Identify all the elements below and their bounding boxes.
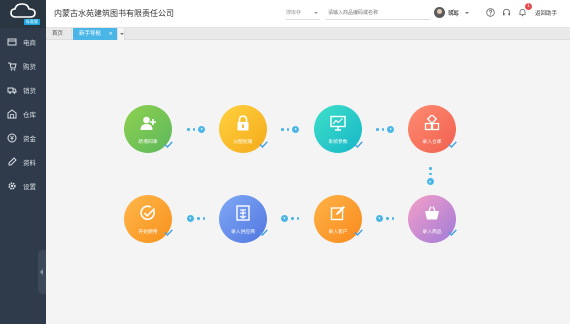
notification-badge: 1 — [525, 3, 532, 10]
sidebar: 标准版 电商 购货 销货 仓库 资金 资料 设置 — [0, 0, 46, 324]
flow-connector — [376, 215, 394, 222]
check-icon — [448, 141, 457, 149]
tab-bar: 首页 新手导航 × — [46, 28, 570, 40]
product-search-input[interactable] — [326, 7, 430, 20]
sidebar-item-label: 资金 — [23, 135, 36, 143]
check-icon — [448, 229, 457, 237]
store-icon — [7, 37, 17, 47]
sidebar-item-data[interactable]: 资料 — [0, 150, 46, 174]
sidebar-item-label: 设置 — [23, 183, 36, 191]
close-icon[interactable]: × — [108, 28, 113, 40]
tab-label: 新手导航 — [79, 31, 102, 37]
search-group: 搜库存 — [286, 7, 458, 20]
flow-connector — [187, 215, 205, 222]
flow-connector — [187, 126, 205, 133]
tab-dropdown-button[interactable] — [117, 28, 125, 40]
edit-icon — [330, 206, 345, 221]
tab-beginner-guide[interactable]: 新手导航 × — [73, 28, 117, 40]
back-to-assistant-link[interactable]: 返回助手 — [535, 9, 557, 17]
supplier-icon — [236, 205, 250, 221]
sidebar-item-settings[interactable]: 设置 — [0, 174, 46, 198]
check-icon — [259, 141, 268, 149]
sidebar-item-warehouse[interactable]: 仓库 — [0, 102, 46, 126]
chevron-down-icon[interactable] — [465, 12, 469, 14]
flow-connector — [376, 126, 394, 133]
gear-icon — [7, 181, 17, 191]
flow-connector — [427, 167, 434, 185]
boxes-icon — [424, 115, 440, 131]
monitor-chart-icon — [330, 115, 346, 131]
company-name: 内蒙古水苑建筑图书有限责任公司 — [54, 9, 174, 18]
check-icon — [164, 141, 173, 149]
user-name[interactable]: 朝辉 — [448, 9, 459, 17]
warehouse-icon — [7, 109, 17, 119]
cloud-logo-icon — [10, 3, 36, 18]
sidebar-item-sales[interactable]: 销货 — [0, 78, 46, 102]
check-icon — [354, 229, 363, 237]
edition-badge: 标准版 — [24, 19, 40, 25]
sidebar-item-label: 仓库 — [23, 111, 36, 119]
pen-icon — [7, 157, 17, 167]
cart-icon — [7, 61, 17, 71]
sidebar-item-label: 电商 — [23, 39, 36, 47]
headset-icon[interactable] — [502, 8, 511, 17]
flow-connector — [281, 215, 299, 222]
sidebar-item-label: 销货 — [23, 87, 36, 95]
flow-connector — [281, 126, 299, 133]
sidebar-item-ecommerce[interactable]: 电商 — [0, 30, 46, 54]
sidebar-collapse-handle[interactable] — [38, 250, 46, 294]
check-icon — [354, 141, 363, 149]
sidebar-item-label: 购货 — [23, 63, 36, 71]
add-user-icon — [140, 116, 156, 130]
sidebar-nav: 电商 购货 销货 仓库 资金 资料 设置 — [0, 30, 46, 198]
sidebar-item-label: 资料 — [23, 159, 36, 167]
help-icon[interactable] — [486, 8, 495, 17]
top-header: 内蒙古水苑建筑图书有限责任公司 搜库存 朝辉 1 返回助手 — [46, 0, 570, 28]
sidebar-item-funds[interactable]: 资金 — [0, 126, 46, 150]
avatar[interactable] — [434, 7, 445, 18]
money-icon — [7, 133, 17, 143]
lock-icon — [237, 115, 249, 131]
app-logo[interactable]: 标准版 — [0, 0, 46, 28]
stock-select-label: 搜库存 — [286, 10, 302, 16]
stock-search-select[interactable]: 搜库存 — [286, 8, 320, 20]
chevron-down-icon — [314, 12, 318, 14]
check-icon — [164, 229, 173, 237]
basket-icon — [425, 206, 439, 220]
check-circle-icon — [140, 205, 156, 221]
tab-home[interactable]: 首页 — [46, 28, 72, 40]
sidebar-item-purchase[interactable]: 购货 — [0, 54, 46, 78]
check-icon — [259, 229, 268, 237]
truck-icon — [7, 85, 17, 95]
